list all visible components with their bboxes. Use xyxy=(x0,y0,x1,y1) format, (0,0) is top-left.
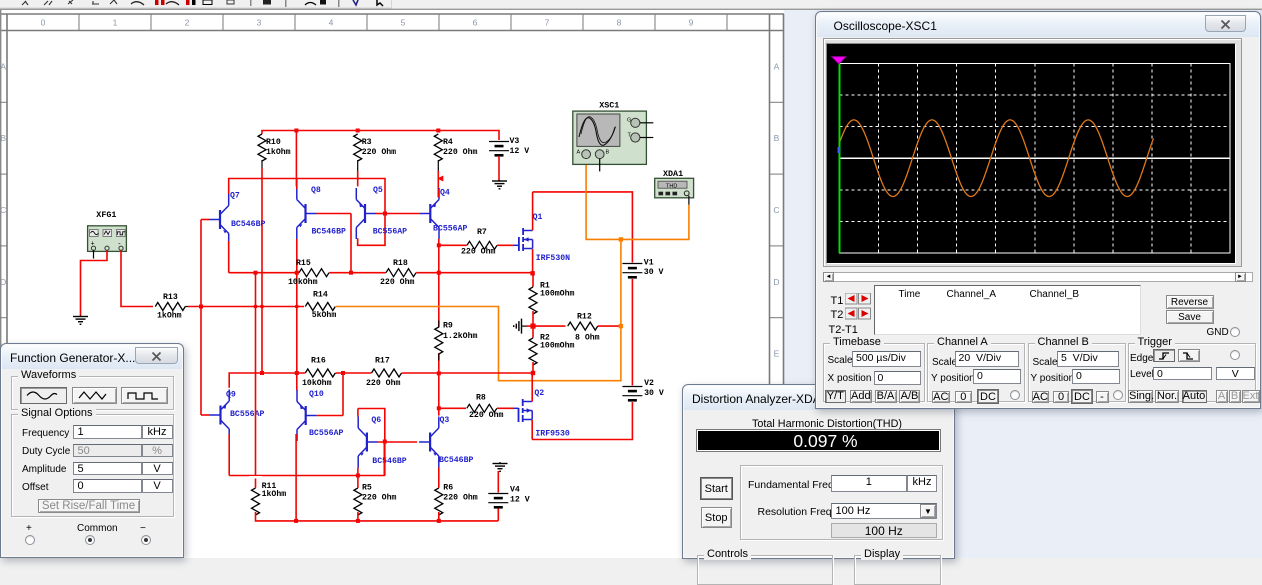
svg-text:12 V: 12 V xyxy=(510,147,530,156)
svg-text:Q8: Q8 xyxy=(311,186,321,195)
svg-text:220 Ohm: 220 Ohm xyxy=(443,493,477,503)
svg-text:BC546BP: BC546BP xyxy=(312,227,346,236)
svg-text:R12: R12 xyxy=(577,313,592,322)
svg-text:BC546BP: BC546BP xyxy=(231,220,265,229)
svg-text:A: A xyxy=(577,149,581,155)
svg-text:4: 4 xyxy=(329,18,334,28)
svg-text:8: 8 xyxy=(617,18,622,28)
svg-text:220 Ohm: 220 Ohm xyxy=(443,147,477,157)
svg-text:5kOhm: 5kOhm xyxy=(312,310,337,320)
svg-text:R7: R7 xyxy=(477,228,487,237)
svg-text:E: E xyxy=(774,349,780,359)
svg-text:G: G xyxy=(627,118,631,124)
svg-text:100mOhm: 100mOhm xyxy=(540,340,574,350)
svg-text:R13: R13 xyxy=(163,293,178,302)
svg-text:BC556AP: BC556AP xyxy=(373,227,407,236)
svg-text:Q9: Q9 xyxy=(226,390,236,399)
svg-text:R5: R5 xyxy=(362,484,372,493)
svg-text:7: 7 xyxy=(545,18,550,28)
svg-text:2: 2 xyxy=(185,18,190,28)
svg-text:1kOhm: 1kOhm xyxy=(157,311,182,321)
svg-text:C: C xyxy=(773,205,779,215)
svg-text:100mOhm: 100mOhm xyxy=(540,289,574,299)
svg-text:D: D xyxy=(773,277,779,287)
svg-text:IRF9530: IRF9530 xyxy=(535,429,569,438)
svg-text:B: B xyxy=(606,149,610,155)
svg-text:30 V: 30 V xyxy=(644,268,664,277)
svg-text:Q5: Q5 xyxy=(373,186,383,195)
svg-text:BC556AP: BC556AP xyxy=(433,224,467,233)
svg-text:BC546BP: BC546BP xyxy=(439,456,473,465)
svg-text:220 Ohm: 220 Ohm xyxy=(380,277,414,287)
svg-text:A: A xyxy=(774,61,780,71)
svg-text:R10: R10 xyxy=(266,138,281,147)
svg-text:Q1: Q1 xyxy=(533,213,543,222)
svg-text:B: B xyxy=(0,133,6,143)
svg-text:220 Ohm: 220 Ohm xyxy=(469,410,503,420)
svg-text:10kOhm: 10kOhm xyxy=(302,378,332,388)
svg-text:6: 6 xyxy=(473,18,478,28)
svg-text:Q4: Q4 xyxy=(440,188,450,197)
svg-text:R17: R17 xyxy=(375,357,390,366)
svg-text:9: 9 xyxy=(689,18,694,28)
svg-text:1kOhm: 1kOhm xyxy=(266,147,291,157)
svg-text:R8: R8 xyxy=(476,393,486,402)
svg-text:R16: R16 xyxy=(311,357,326,366)
svg-text:1kOhm: 1kOhm xyxy=(262,489,287,499)
svg-text:220 Ohm: 220 Ohm xyxy=(366,378,400,388)
svg-text:0: 0 xyxy=(41,18,46,28)
svg-text:XDA1: XDA1 xyxy=(663,169,683,179)
svg-text:220 Ohm: 220 Ohm xyxy=(362,147,396,157)
svg-text:1.2kOhm: 1.2kOhm xyxy=(443,331,477,341)
svg-text:Q3: Q3 xyxy=(440,416,450,425)
svg-text:Q10: Q10 xyxy=(309,390,324,399)
svg-text:IRF530N: IRF530N xyxy=(536,254,570,263)
svg-text:THD: THD xyxy=(666,183,677,189)
svg-text:R4: R4 xyxy=(443,138,453,147)
svg-text:R14: R14 xyxy=(313,290,328,299)
svg-text:5: 5 xyxy=(401,18,406,28)
svg-text:XSC1: XSC1 xyxy=(599,100,619,110)
svg-text:12 V: 12 V xyxy=(510,496,530,505)
svg-text:R3: R3 xyxy=(362,138,372,147)
svg-text:1: 1 xyxy=(113,18,118,28)
svg-text:R6: R6 xyxy=(443,484,453,493)
svg-text:30 V: 30 V xyxy=(644,389,664,398)
svg-text:XFG1: XFG1 xyxy=(96,210,116,220)
svg-text:10kOhm: 10kOhm xyxy=(288,277,318,287)
svg-text:V3: V3 xyxy=(510,137,520,146)
svg-text:BC556AP: BC556AP xyxy=(230,410,264,419)
svg-text:V2: V2 xyxy=(644,379,654,388)
svg-text:BC556AP: BC556AP xyxy=(309,429,343,438)
svg-text:BC546BP: BC546BP xyxy=(372,457,406,466)
svg-text:A: A xyxy=(0,61,6,71)
svg-text:Q6: Q6 xyxy=(371,416,381,425)
svg-text:R18: R18 xyxy=(393,259,408,268)
svg-text:B: B xyxy=(774,133,780,143)
svg-text:R9: R9 xyxy=(443,321,453,330)
svg-text:220 Ohm: 220 Ohm xyxy=(461,246,495,256)
svg-text:8 Ohm: 8 Ohm xyxy=(575,332,600,342)
svg-text:Q7: Q7 xyxy=(230,191,240,200)
svg-text:C: C xyxy=(0,205,6,215)
svg-text:V4: V4 xyxy=(510,486,520,495)
svg-text:Q2: Q2 xyxy=(534,389,544,398)
svg-text:3: 3 xyxy=(257,18,262,28)
svg-text:R15: R15 xyxy=(296,259,311,268)
svg-text:D: D xyxy=(0,277,6,287)
svg-text:220 Ohm: 220 Ohm xyxy=(362,493,396,503)
svg-text:V1: V1 xyxy=(644,259,654,268)
